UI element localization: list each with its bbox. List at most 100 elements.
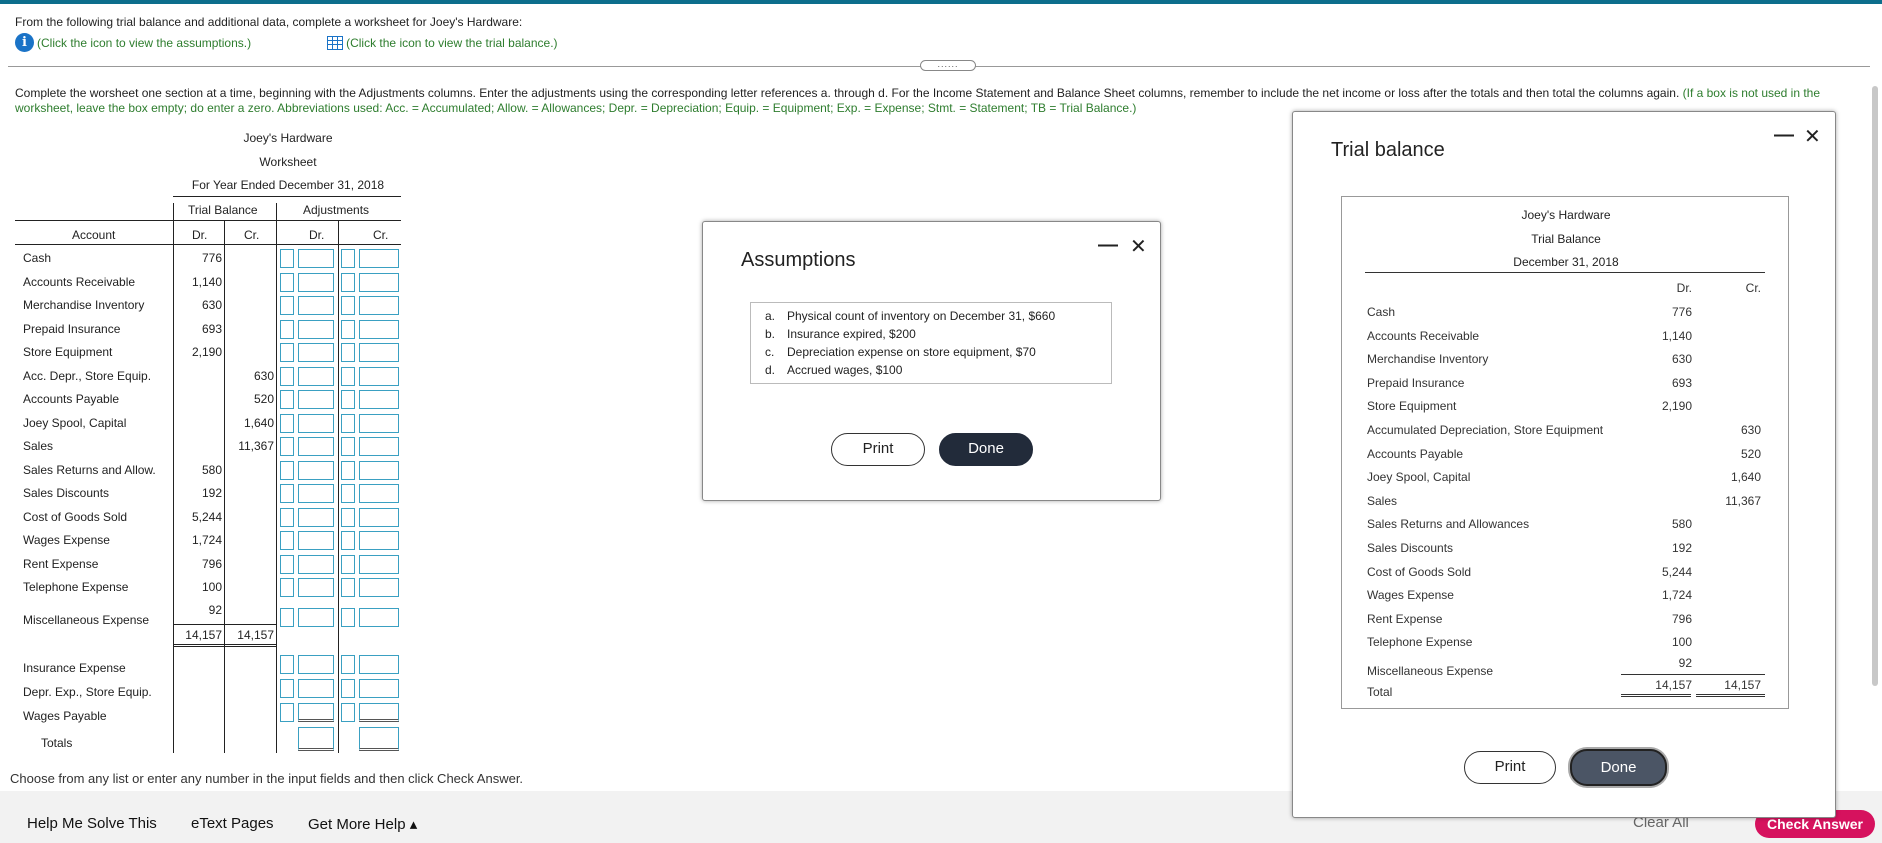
adj-cr-amount-input[interactable]	[359, 703, 399, 722]
adj-cr-ref-select[interactable]	[341, 484, 355, 503]
adj-dr-ref-select[interactable]	[280, 272, 294, 292]
adj-dr-amount-input[interactable]	[298, 296, 334, 315]
assumptions-link[interactable]: (Click the icon to view the assumptions.…	[37, 36, 251, 50]
adj-dr-ref-select[interactable]	[280, 366, 294, 386]
adj-cr-ref-select[interactable]	[341, 507, 355, 527]
adj-dr-amount-input[interactable]	[298, 679, 334, 698]
adj-dr-amount-input[interactable]	[298, 507, 334, 527]
done-button[interactable]: Done	[939, 433, 1033, 466]
help-me-solve-button[interactable]: Help Me Solve This	[27, 815, 157, 832]
adj-dr-amount-input[interactable]	[298, 608, 334, 627]
adj-dr-amount-input[interactable]	[298, 437, 334, 456]
adj-cr-ref-select[interactable]	[341, 413, 355, 433]
worksheet-company: Joey's Hardware	[243, 131, 333, 145]
adj-dr-ref-select[interactable]	[280, 413, 294, 433]
adj-cr-ref-select[interactable]	[341, 272, 355, 292]
adj-dr-ref-select[interactable]	[280, 484, 294, 503]
minimize-icon[interactable]: —	[1098, 234, 1118, 257]
adj-dr-ref-select[interactable]	[280, 608, 294, 627]
adj-cr-amount-input[interactable]	[359, 366, 399, 386]
table-icon[interactable]	[327, 35, 344, 50]
adj-dr-ref-select[interactable]	[280, 460, 294, 480]
adj-cr-amount-input[interactable]	[359, 608, 399, 627]
close-icon[interactable]: ✕	[1804, 124, 1821, 149]
adj-cr-ref-select[interactable]	[341, 249, 355, 268]
adj-cr-ref-select[interactable]	[341, 437, 355, 456]
adj-dr-amount-input[interactable]	[298, 343, 334, 362]
adj-dr-amount-input[interactable]	[298, 484, 334, 503]
adj-dr-ref-select[interactable]	[280, 531, 294, 550]
info-icon[interactable]: i	[15, 33, 34, 52]
adj-dr-ref-select[interactable]	[280, 343, 294, 362]
adj-dr-total-input[interactable]	[298, 727, 334, 751]
get-more-help-button[interactable]: Get More Help ▴	[308, 815, 417, 833]
done-button[interactable]: Done	[1570, 749, 1667, 786]
adj-dr-amount-input[interactable]	[298, 578, 334, 597]
adj-dr-amount-input[interactable]	[298, 390, 334, 409]
adj-cr-amount-input[interactable]	[359, 484, 399, 503]
item-text: Physical count of inventory on December …	[787, 309, 1056, 323]
adj-cr-ref-select[interactable]	[341, 460, 355, 480]
adj-cr-ref-select[interactable]	[341, 366, 355, 386]
adj-dr-amount-input[interactable]	[298, 413, 334, 433]
adj-cr-amount-input[interactable]	[359, 319, 399, 339]
adj-dr-ref-select[interactable]	[280, 554, 294, 574]
adj-cr-amount-input[interactable]	[359, 413, 399, 433]
adj-cr-ref-select[interactable]	[341, 608, 355, 627]
adj-cr-amount-input[interactable]	[359, 390, 399, 409]
adj-cr-amount-input[interactable]	[359, 272, 399, 292]
adj-cr-amount-input[interactable]	[359, 460, 399, 480]
adj-dr-ref-select[interactable]	[280, 578, 294, 597]
adj-dr-amount-input[interactable]	[298, 319, 334, 339]
adj-dr-ref-select[interactable]	[280, 249, 294, 268]
resize-handle[interactable]: ......	[920, 60, 976, 71]
adj-cr-amount-input[interactable]	[359, 655, 399, 674]
adj-dr-ref-select[interactable]	[280, 437, 294, 456]
tb-date: December 31, 2018	[1513, 255, 1619, 269]
trial-balance-link[interactable]: (Click the icon to view the trial balanc…	[346, 36, 557, 50]
links-row: i (Click the icon to view the assumption…	[15, 33, 558, 52]
adj-dr-amount-input[interactable]	[298, 366, 334, 386]
adj-cr-ref-select[interactable]	[341, 531, 355, 550]
adj-cr-ref-select[interactable]	[341, 319, 355, 339]
adj-cr-amount-input[interactable]	[359, 554, 399, 574]
adj-dr-ref-select[interactable]	[280, 679, 294, 698]
print-button[interactable]: Print	[831, 433, 925, 466]
adj-cr-amount-input[interactable]	[359, 343, 399, 362]
adj-dr-amount-input[interactable]	[298, 531, 334, 550]
adj-dr-amount-input[interactable]	[298, 655, 334, 674]
adj-dr-amount-input[interactable]	[298, 554, 334, 574]
adj-cr-amount-input[interactable]	[359, 507, 399, 527]
adj-cr-ref-select[interactable]	[341, 679, 355, 698]
adj-cr-total-input[interactable]	[359, 727, 399, 751]
adj-dr-ref-select[interactable]	[280, 319, 294, 339]
adj-cr-amount-input[interactable]	[359, 249, 399, 268]
scrollbar[interactable]	[1868, 86, 1882, 751]
etext-pages-button[interactable]: eText Pages	[191, 815, 274, 832]
minimize-icon[interactable]: —	[1774, 124, 1794, 147]
close-icon[interactable]: ✕	[1130, 234, 1147, 259]
adj-dr-amount-input[interactable]	[298, 703, 334, 722]
adj-dr-amount-input[interactable]	[298, 272, 334, 292]
adj-dr-ref-select[interactable]	[280, 296, 294, 315]
adj-cr-ref-select[interactable]	[341, 578, 355, 597]
adj-dr-ref-select[interactable]	[280, 655, 294, 674]
adj-cr-amount-input[interactable]	[359, 437, 399, 456]
adj-cr-ref-select[interactable]	[341, 296, 355, 315]
adj-cr-ref-select[interactable]	[341, 655, 355, 674]
print-button[interactable]: Print	[1464, 751, 1556, 784]
adj-cr-amount-input[interactable]	[359, 679, 399, 698]
adj-cr-ref-select[interactable]	[341, 343, 355, 362]
adj-dr-ref-select[interactable]	[280, 703, 294, 722]
adj-dr-ref-select[interactable]	[280, 390, 294, 409]
adj-dr-ref-select[interactable]	[280, 507, 294, 527]
adj-cr-ref-select[interactable]	[341, 390, 355, 409]
adj-dr-amount-input[interactable]	[298, 460, 334, 480]
adj-cr-amount-input[interactable]	[359, 296, 399, 315]
adj-dr-amount-input[interactable]	[298, 249, 334, 268]
adj-cr-ref-select[interactable]	[341, 554, 355, 574]
adj-cr-amount-input[interactable]	[359, 531, 399, 550]
scrollbar-thumb[interactable]	[1872, 86, 1878, 686]
adj-cr-amount-input[interactable]	[359, 578, 399, 597]
adj-cr-ref-select[interactable]	[341, 703, 355, 722]
